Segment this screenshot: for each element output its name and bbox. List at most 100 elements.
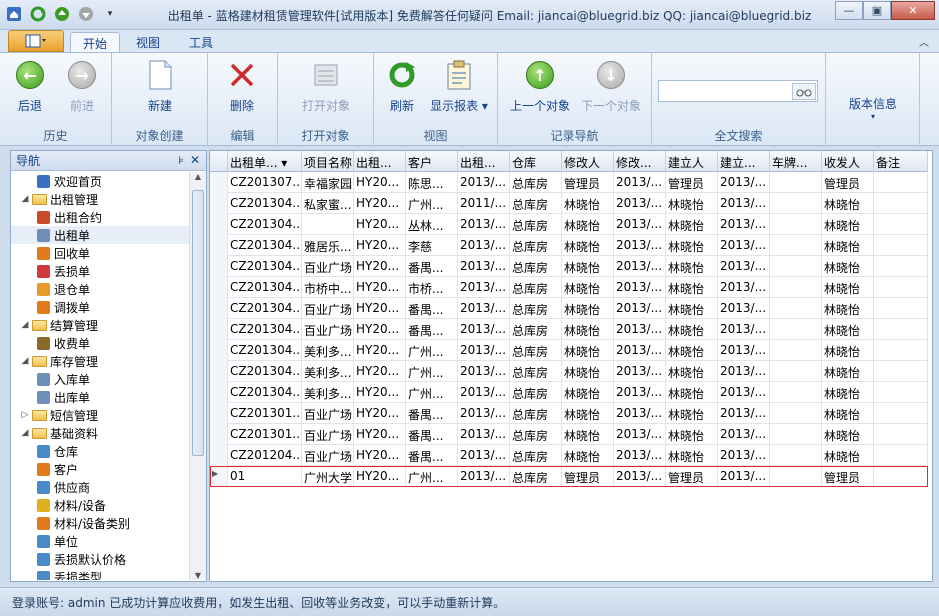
table-cell[interactable] [874, 172, 928, 193]
row-selector[interactable] [210, 445, 228, 466]
table-cell[interactable]: 雅居乐... [302, 235, 354, 256]
column-header[interactable]: 备注 [874, 151, 928, 172]
table-cell[interactable] [874, 445, 928, 466]
table-cell[interactable]: 总库房 [510, 235, 562, 256]
table-cell[interactable]: CZ201304... [228, 256, 302, 277]
table-cell[interactable] [770, 172, 822, 193]
nav-item[interactable]: ◢ 基础资料 [11, 424, 189, 442]
table-cell[interactable]: 林晓怡 [822, 403, 874, 424]
nav-item[interactable]: 单位 [11, 532, 189, 550]
nav-item[interactable]: ◢ 库存管理 [11, 352, 189, 370]
table-cell[interactable]: 市桥... [406, 277, 458, 298]
table-cell[interactable]: 总库房 [510, 277, 562, 298]
table-cell[interactable]: 2013/... [458, 466, 510, 487]
table-cell[interactable]: 管理员 [562, 466, 614, 487]
table-cell[interactable]: 林晓怡 [666, 340, 718, 361]
row-selector[interactable] [210, 214, 228, 235]
row-selector[interactable] [210, 256, 228, 277]
column-header[interactable]: 出租单... ▾ [228, 151, 302, 172]
row-selector[interactable] [210, 235, 228, 256]
table-cell[interactable]: 总库房 [510, 466, 562, 487]
row-selector[interactable] [210, 172, 228, 193]
table-cell[interactable]: HY20... [354, 277, 406, 298]
table-cell[interactable]: 林晓怡 [666, 214, 718, 235]
table-cell[interactable]: 2013/... [458, 214, 510, 235]
expander-icon[interactable]: ▷ [19, 410, 31, 420]
table-cell[interactable]: 2013/... [718, 193, 770, 214]
table-cell[interactable]: 2013/... [718, 340, 770, 361]
table-cell[interactable]: HY20... [354, 382, 406, 403]
nav-item[interactable]: 出租单 [11, 226, 189, 244]
nav-item[interactable]: 欢迎首页 [11, 172, 189, 190]
tab-home[interactable]: 开始 [70, 32, 121, 52]
table-cell[interactable] [770, 466, 822, 487]
table-row[interactable]: CZ201307... 幸福家园 HY20... 陈思... 2013/... 总库房 管理… [210, 172, 928, 193]
table-cell[interactable]: 2013/... [718, 361, 770, 382]
table-row[interactable]: CZ201304... 美利多... HY20... 广州... 2013/... 总库房… [210, 382, 928, 403]
table-cell[interactable]: 林晓怡 [562, 340, 614, 361]
table-cell[interactable]: 2013/... [614, 214, 666, 235]
table-cell[interactable]: 陈思... [406, 172, 458, 193]
table-row[interactable]: CZ201301... 百业广场 HY20... 番禺... 2013/... 总库房 林晓… [210, 403, 928, 424]
table-cell[interactable]: 2013/... [718, 382, 770, 403]
table-cell[interactable] [770, 214, 822, 235]
prev-object-button[interactable]: ↑ 上一个对象 [506, 59, 574, 114]
table-cell[interactable]: 林晓怡 [822, 340, 874, 361]
table-cell[interactable]: 林晓怡 [562, 424, 614, 445]
table-cell[interactable]: 2013/... [614, 277, 666, 298]
table-cell[interactable]: 管理员 [562, 172, 614, 193]
table-cell[interactable]: CZ201301... [228, 403, 302, 424]
column-header[interactable]: 仓库 [510, 151, 562, 172]
column-header[interactable]: 项目名称 [302, 151, 354, 172]
column-header[interactable]: 出租... [354, 151, 406, 172]
scroll-down-icon[interactable]: ▼ [190, 571, 206, 580]
table-cell[interactable]: 林晓怡 [562, 319, 614, 340]
back-button[interactable]: ← 后退 [8, 59, 52, 114]
table-cell[interactable]: 百业广场 [302, 298, 354, 319]
table-cell[interactable]: 2013/... [458, 256, 510, 277]
collapse-ribbon-icon[interactable]: ︿ [919, 34, 929, 49]
table-cell[interactable]: 番禺... [406, 256, 458, 277]
table-cell[interactable]: HY20... [354, 256, 406, 277]
show-report-button[interactable]: 显示报表 ▾ [426, 59, 492, 114]
expander-icon[interactable]: ◢ [19, 194, 31, 204]
table-cell[interactable]: 总库房 [510, 382, 562, 403]
table-cell[interactable]: 林晓怡 [822, 277, 874, 298]
application-menu-button[interactable] [8, 30, 64, 52]
nav-item[interactable]: ▷ 短信管理 [11, 406, 189, 424]
table-cell[interactable]: 总库房 [510, 403, 562, 424]
table-cell[interactable]: 2011/... [458, 193, 510, 214]
nav-item[interactable]: 供应商 [11, 478, 189, 496]
open-object-button[interactable]: 打开对象 [298, 59, 354, 114]
close-pane-icon[interactable]: ✕ [190, 153, 200, 167]
table-cell[interactable] [874, 466, 928, 487]
table-cell[interactable]: HY20... [354, 340, 406, 361]
table-cell[interactable]: 林晓怡 [666, 277, 718, 298]
table-cell[interactable] [770, 235, 822, 256]
table-row[interactable]: CZ201304... 市桥中... HY20... 市桥... 2013/... 总库房… [210, 277, 928, 298]
table-cell[interactable]: 百业广场 [302, 445, 354, 466]
table-cell[interactable]: 番禺... [406, 298, 458, 319]
table-cell[interactable]: 林晓怡 [822, 361, 874, 382]
table-cell[interactable]: 2013/... [458, 340, 510, 361]
table-cell[interactable]: CZ201304... [228, 361, 302, 382]
nav-item[interactable]: 客户 [11, 460, 189, 478]
table-cell[interactable]: 总库房 [510, 445, 562, 466]
column-header[interactable]: 出租... [458, 151, 510, 172]
table-cell[interactable]: 2013/... [458, 445, 510, 466]
table-cell[interactable]: 2013/... [614, 256, 666, 277]
table-cell[interactable]: 总库房 [510, 319, 562, 340]
row-selector[interactable] [210, 361, 228, 382]
table-cell[interactable]: 2013/... [718, 298, 770, 319]
table-cell[interactable]: 2013/... [614, 193, 666, 214]
table-cell[interactable]: 2013/... [718, 403, 770, 424]
table-cell[interactable]: 管理员 [822, 466, 874, 487]
table-cell[interactable] [770, 277, 822, 298]
nav-item[interactable]: 出库单 [11, 388, 189, 406]
table-cell[interactable]: 私家蜜... [302, 193, 354, 214]
column-header[interactable]: 建立... [718, 151, 770, 172]
table-cell[interactable]: HY20... [354, 298, 406, 319]
table-cell[interactable]: 广州... [406, 361, 458, 382]
minimize-button[interactable]: — [835, 1, 863, 20]
table-row[interactable]: CZ201304... 百业广场 HY20... 番禺... 2013/... 总库房 林晓… [210, 319, 928, 340]
